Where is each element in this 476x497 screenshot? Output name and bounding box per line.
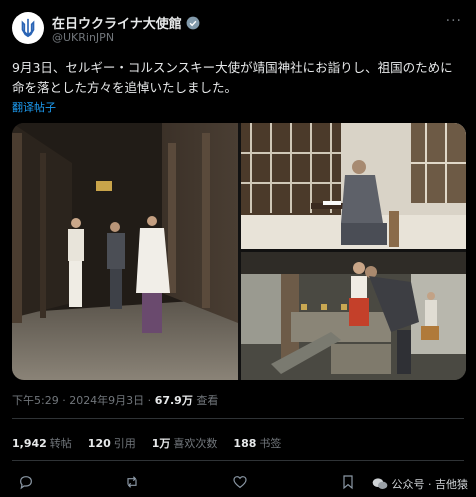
stat-likes[interactable]: 1万 喜欢次数 [152,435,218,451]
divider [12,460,464,461]
like-icon[interactable] [232,474,248,490]
media-grid [12,123,466,380]
divider [12,418,464,419]
stat-bookmarks[interactable]: 188 书签 [233,435,281,451]
wechat-icon [372,478,387,489]
stat-quotes[interactable]: 120 引用 [88,435,136,451]
retweet-icon[interactable] [124,474,140,490]
photo-purification-fountain[interactable] [241,252,466,380]
tweet-text: 9月3日、セルギー・コルスンスキー大使が靖国神社にお詣りし、祖国のために命を落と… [12,60,453,95]
watermark-text: 公众号 · 吉他猿 [391,478,469,491]
account-name-row: 在日ウクライナ大使館 [52,13,200,32]
photo-signing-guestbook[interactable] [241,123,466,249]
verified-badge-icon [186,16,200,29]
view-count: 67.9万 [154,394,193,407]
watermark: 公众号 · 吉他猿 [372,476,469,492]
bookmark-icon[interactable] [340,474,356,490]
display-name[interactable]: 在日ウクライナ大使館 [52,13,182,32]
stat-retweets[interactable]: 1,942 转帖 [12,435,72,451]
account-handle[interactable]: @UKRinJPN [52,31,114,44]
figure-priest-left [68,218,84,307]
avatar[interactable] [12,12,44,44]
timestamp[interactable]: 下午5:29 · 2024年9月3日 · [12,394,155,407]
ukraine-emblem-icon [21,18,35,38]
translate-link[interactable]: 翻译帖子 [12,99,56,115]
views-label: 查看 [192,394,219,407]
photo-corridor[interactable] [12,123,238,380]
tweet-meta: 下午5:29 · 2024年9月3日 · 67.9万 查看 [12,392,218,408]
engagement-stats: 1,942 转帖 120 引用 1万 喜欢次数 188 书签 [12,435,281,451]
reply-icon[interactable] [18,474,34,490]
more-icon[interactable]: ··· [446,13,462,29]
